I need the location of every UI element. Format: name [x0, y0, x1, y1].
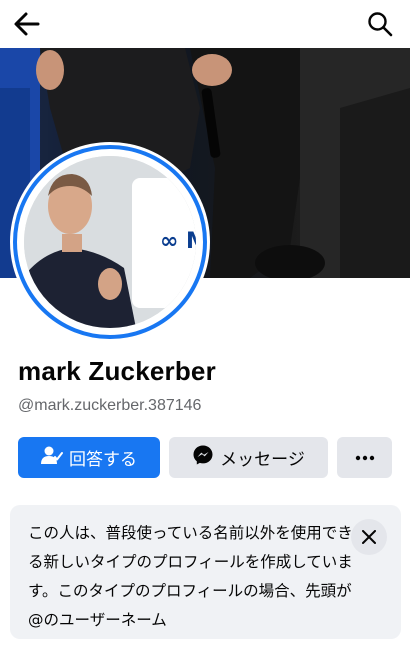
profile-name: mark Zuckerber [18, 356, 216, 386]
arrow-left-icon [14, 12, 40, 36]
top-bar [0, 0, 410, 48]
avatar-image: ∞ M [24, 156, 196, 328]
profile-info-notice: この人は、普段使っている名前以外を使用できる新しいタイプのプロフィールを作成して… [10, 505, 401, 639]
notice-text: この人は、普段使っている名前以外を使用できる新しいタイプのプロフィールを作成して… [28, 524, 353, 629]
more-horizontal-icon [355, 455, 374, 460]
search-icon [368, 12, 393, 37]
profile-picture[interactable]: ∞ M [10, 142, 210, 342]
avatar: ∞ M [24, 156, 196, 328]
search-button[interactable] [366, 10, 394, 38]
message-button-label: メッセージ [220, 450, 305, 470]
answer-button[interactable]: 回答する [18, 437, 160, 478]
message-button[interactable]: メッセージ [169, 437, 328, 478]
back-button[interactable] [12, 10, 42, 38]
answer-button-label: 回答する [69, 450, 137, 470]
add-friend-icon [41, 445, 63, 470]
notice-close-button[interactable] [351, 519, 387, 555]
meta-logo-text: ∞ M [160, 229, 196, 254]
messenger-icon [192, 444, 214, 471]
close-icon [362, 530, 376, 544]
profile-handle: @mark.zuckerber.387146 [18, 397, 202, 414]
more-button[interactable] [337, 437, 392, 478]
